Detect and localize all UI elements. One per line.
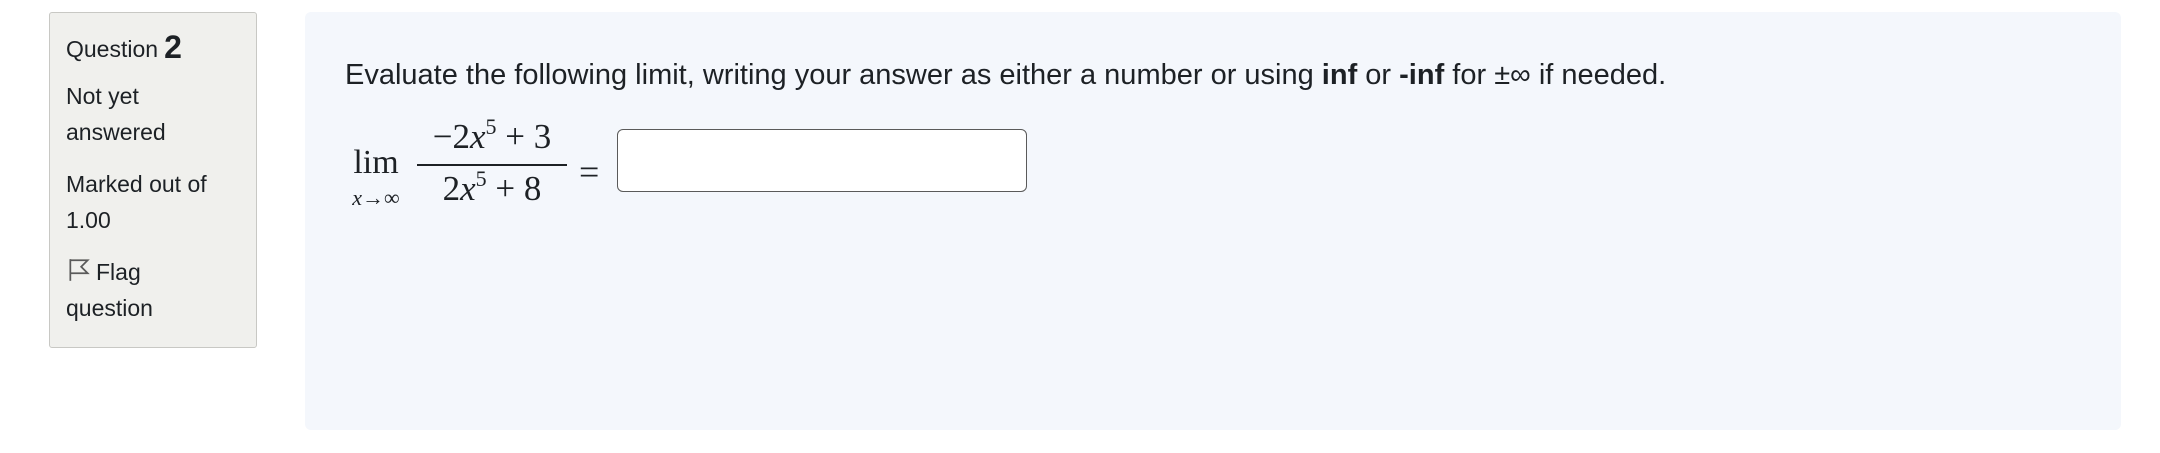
question-content-panel: Evaluate the following limit, writing yo… [305, 12, 2121, 430]
denominator-exponent: 5 [475, 166, 487, 191]
question-number: 2 [164, 29, 182, 65]
denominator-var: x [460, 169, 476, 208]
question-prompt: Evaluate the following limit, writing yo… [345, 56, 1666, 94]
lim-word: lim [353, 144, 399, 181]
fraction: −2x5 + 3 2x5 + 8 [417, 114, 567, 214]
question-grade: Marked out of 1.00 [66, 166, 240, 238]
denominator: 2x5 + 8 [417, 166, 567, 214]
prompt-text-before: Evaluate the following limit, writing yo… [345, 59, 1322, 91]
grade-line-1: Marked out of [66, 171, 207, 197]
flag-label-line-1: Flag [96, 259, 141, 285]
numerator-var: x [469, 117, 486, 156]
question-number-heading: Question 2 [66, 31, 240, 64]
flag-label-line-2: question [66, 295, 153, 321]
denominator-rest: + 8 [486, 169, 542, 208]
equals-sign: = [579, 152, 600, 192]
denominator-coef: 2 [442, 169, 461, 208]
question-info-panel: Question 2 Not yet answered Marked out of… [49, 12, 257, 348]
state-line-1: Not yet [66, 83, 139, 109]
lim-subscript: x→∞ [345, 186, 407, 210]
prompt-neg-inf: -inf [1399, 59, 1445, 91]
prompt-text-or: or [1357, 59, 1400, 91]
fraction-bar [417, 164, 567, 166]
prompt-inf: inf [1321, 59, 1358, 91]
question-label: Question [66, 36, 159, 62]
numerator-coef: −2 [432, 117, 470, 156]
answer-input[interactable] [617, 129, 1027, 192]
limit-operator: lim x→∞ [345, 146, 407, 210]
numerator-exponent: 5 [485, 114, 497, 139]
lim-sub-inf: ∞ [384, 185, 400, 210]
question-state: Not yet answered [66, 78, 240, 150]
flag-outline-icon [69, 259, 90, 281]
lim-sub-var: x [352, 185, 363, 210]
flag-question-link[interactable]: Flag question [66, 254, 240, 326]
state-line-2: answered [66, 119, 166, 145]
grade-line-2: 1.00 [66, 207, 111, 233]
numerator-rest: + 3 [496, 117, 552, 156]
prompt-text-for: for ±∞ if needed. [1444, 59, 1667, 91]
numerator: −2x5 + 3 [417, 114, 567, 164]
lim-sub-arrow: → [362, 185, 385, 210]
